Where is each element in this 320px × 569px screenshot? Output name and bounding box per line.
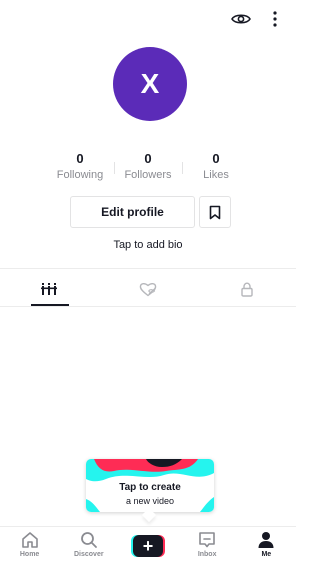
stat-following[interactable]: 0 Following — [50, 152, 110, 182]
nav-me-label: Me — [261, 551, 272, 558]
followers-count: 0 — [144, 151, 152, 166]
videos-grid-icon — [41, 283, 58, 295]
following-label: Following — [56, 169, 104, 181]
bookmark-button[interactable] — [199, 196, 231, 228]
nav-me[interactable]: Me — [241, 531, 291, 558]
nav-home-label: Home — [19, 551, 40, 558]
edit-profile-button[interactable]: Edit profile — [70, 196, 195, 228]
profile-icon — [258, 532, 274, 548]
stat-likes: 0 Likes — [186, 152, 246, 182]
eye-icon[interactable] — [230, 8, 252, 30]
create-button[interactable]: + — [130, 535, 165, 557]
stat-followers[interactable]: 0 Followers — [118, 152, 178, 182]
nav-inbox[interactable]: Inbox — [182, 531, 232, 558]
create-video-card[interactable]: Tap to create a new video — [86, 459, 214, 512]
bottom-navigation: Home Discover + Inbox Me — [0, 526, 296, 569]
likes-count: 0 — [212, 151, 220, 166]
tabs-divider — [0, 268, 296, 269]
stat-divider — [113, 162, 115, 174]
nav-home[interactable]: Home — [5, 531, 55, 558]
home-icon — [21, 532, 38, 548]
liked-hidden-icon — [139, 282, 157, 296]
create-card-title: Tap to create — [119, 482, 181, 493]
search-icon — [80, 532, 97, 548]
nav-inbox-label: Inbox — [197, 551, 217, 558]
tab-liked[interactable] — [99, 272, 198, 306]
tabs-bottom-border — [0, 306, 296, 307]
profile-tabs — [0, 272, 296, 306]
nav-discover[interactable]: Discover — [64, 531, 114, 558]
inbox-icon — [199, 532, 215, 548]
create-card-subtitle: a new video — [125, 496, 175, 506]
nav-create[interactable]: + — [123, 531, 173, 557]
bookmark-icon — [209, 205, 221, 219]
stat-divider — [181, 162, 183, 174]
lock-icon — [240, 281, 253, 297]
profile-stats: 0 Following 0 Followers 0 Likes — [50, 152, 246, 182]
nav-discover-label: Discover — [73, 551, 104, 558]
add-bio-link[interactable]: Tap to add bio — [0, 239, 296, 251]
tab-private[interactable] — [197, 272, 296, 306]
top-actions — [230, 8, 286, 30]
more-vertical-icon[interactable] — [264, 8, 286, 30]
avatar[interactable]: X — [113, 47, 187, 121]
avatar-letter: X — [140, 68, 160, 99]
tab-videos[interactable] — [0, 272, 99, 306]
plus-icon: + — [132, 535, 163, 557]
likes-label: Likes — [203, 169, 229, 181]
followers-label: Followers — [124, 169, 172, 181]
following-count: 0 — [76, 151, 84, 166]
